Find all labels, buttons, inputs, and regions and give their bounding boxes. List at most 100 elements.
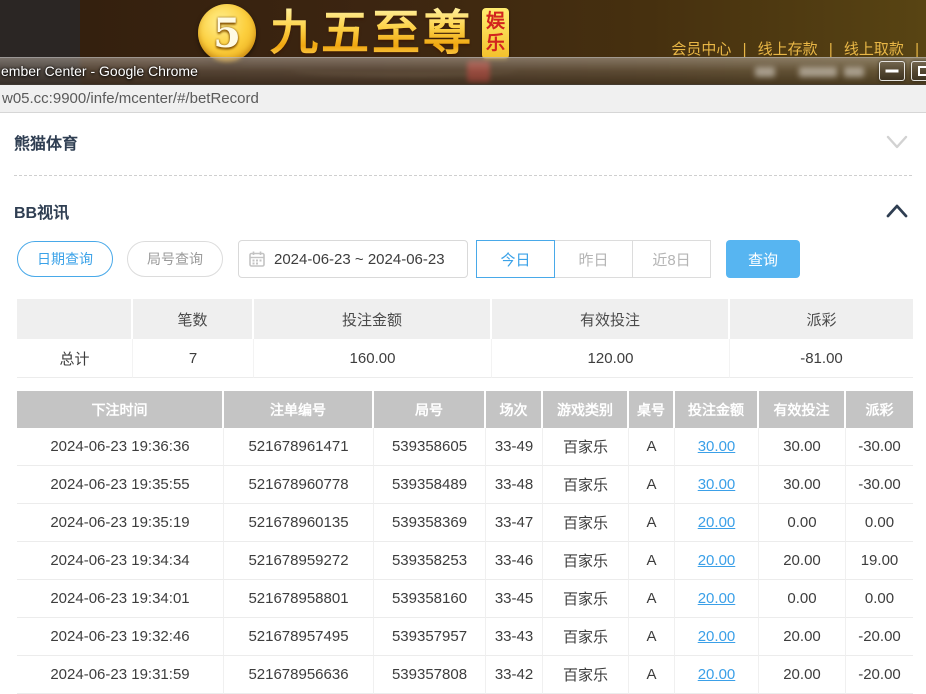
bet-amount-link[interactable]: 20.00 xyxy=(698,514,736,531)
logo-entertainment-badge: 娱 乐 xyxy=(482,8,509,59)
header-bet-id: 注单编号 xyxy=(224,391,374,428)
badge-char: 娱 xyxy=(486,11,505,33)
time-cell: 2024-06-23 19:36:36 xyxy=(17,428,224,466)
bet-amount-cell: 20.00 xyxy=(675,504,759,542)
nav-separator: | xyxy=(915,41,919,58)
bet-amount-link[interactable]: 30.00 xyxy=(698,476,736,493)
round-query-tab[interactable]: 局号查询 xyxy=(127,241,223,277)
bet-id-cell: 521678961471 xyxy=(224,428,374,466)
blurred-text-decoration xyxy=(755,67,775,77)
header-valid-bet: 有效投注 xyxy=(759,391,846,428)
payout-cell: -20.00 xyxy=(846,656,913,694)
bet-id-cell: 521678960778 xyxy=(224,466,374,504)
chevron-down-icon xyxy=(886,135,908,149)
time-cell: 2024-06-23 19:34:34 xyxy=(17,542,224,580)
game-cell: 百家乐 xyxy=(543,580,629,618)
table-no-cell: A xyxy=(629,618,675,656)
today-button[interactable]: 今日 xyxy=(476,240,555,278)
total-valid-bet-cell: 120.00 xyxy=(492,339,730,378)
bet-header-row: 下注时间 注单编号 局号 场次 游戏类别 桌号 投注金额 有效投注 派彩 xyxy=(17,391,913,428)
total-payout-cell: -81.00 xyxy=(730,339,913,378)
session-cell: 33-45 xyxy=(486,580,543,618)
maximize-button[interactable] xyxy=(911,61,926,81)
summary-header-valid-bet: 有效投注 xyxy=(492,299,730,339)
nav-online-deposit-link[interactable]: 线上存款 xyxy=(758,41,818,58)
session-cell: 33-46 xyxy=(486,542,543,580)
payout-cell: 19.00 xyxy=(846,542,913,580)
total-label-cell: 总计 xyxy=(17,339,133,378)
bet-row: 2024-06-23 19:35:19 521678960135 5393583… xyxy=(17,504,913,542)
bet-amount-cell: 20.00 xyxy=(675,580,759,618)
logo-number: 5 xyxy=(213,10,241,57)
game-cell: 百家乐 xyxy=(543,618,629,656)
logo-5-icon: 5 xyxy=(198,4,256,62)
bet-id-cell: 521678958801 xyxy=(224,580,374,618)
bet-amount-cell: 30.00 xyxy=(675,428,759,466)
banner-nav: 会员中心 | 线上存款 | 线上取款 | xyxy=(671,38,926,59)
session-cell: 33-48 xyxy=(486,466,543,504)
yesterday-button[interactable]: 昨日 xyxy=(554,240,633,278)
table-no-cell: A xyxy=(629,428,675,466)
table-no-cell: A xyxy=(629,466,675,504)
blurred-text-decoration xyxy=(844,67,864,77)
section-bb-video[interactable]: BB视讯 xyxy=(0,194,926,228)
header-round: 局号 xyxy=(374,391,486,428)
bet-records-table: 下注时间 注单编号 局号 场次 游戏类别 桌号 投注金额 有效投注 派彩 202… xyxy=(17,391,913,694)
bet-amount-link[interactable]: 20.00 xyxy=(698,628,736,645)
date-range-input[interactable]: 2024-06-23 ~ 2024-06-23 xyxy=(238,240,468,278)
table-no-cell: A xyxy=(629,542,675,580)
search-button[interactable]: 查询 xyxy=(726,240,800,278)
nav-separator: | xyxy=(743,41,747,58)
date-query-tab[interactable]: 日期查询 xyxy=(17,241,113,277)
bet-amount-link[interactable]: 20.00 xyxy=(698,666,736,683)
bet-amount-link[interactable]: 20.00 xyxy=(698,552,736,569)
round-cell: 539358369 xyxy=(374,504,486,542)
bet-amount-link[interactable]: 20.00 xyxy=(698,590,736,607)
section-panda-sports[interactable]: 熊猫体育 xyxy=(0,125,926,159)
summary-total-row: 总计 7 160.00 120.00 -81.00 xyxy=(17,339,913,378)
table-no-cell: A xyxy=(629,580,675,618)
summary-header-payout: 派彩 xyxy=(730,299,913,339)
chevron-up-icon xyxy=(886,204,908,218)
valid-bet-cell: 0.00 xyxy=(759,580,846,618)
minimize-button[interactable] xyxy=(879,61,905,81)
bet-id-cell: 521678956636 xyxy=(224,656,374,694)
section-title: 熊猫体育 xyxy=(14,130,78,154)
bet-row: 2024-06-23 19:34:34 521678959272 5393582… xyxy=(17,542,913,580)
bet-row: 2024-06-23 19:31:59 521678956636 5393578… xyxy=(17,656,913,694)
round-cell: 539357808 xyxy=(374,656,486,694)
session-cell: 33-49 xyxy=(486,428,543,466)
screen: 5 九五至尊 娱 乐 会员中心 | 线上存款 | 线上取款 | ember Ce… xyxy=(0,0,926,694)
badge-char: 乐 xyxy=(486,33,505,55)
valid-bet-cell: 20.00 xyxy=(759,618,846,656)
header-bet-time: 下注时间 xyxy=(17,391,224,428)
header-session: 场次 xyxy=(486,391,543,428)
section-divider xyxy=(14,175,912,176)
round-cell: 539358253 xyxy=(374,542,486,580)
browser-titlebar: ember Center - Google Chrome xyxy=(0,57,926,85)
quick-date-group: 今日 昨日 近8日 xyxy=(476,240,711,278)
summary-header-blank xyxy=(17,299,133,339)
table-no-cell: A xyxy=(629,656,675,694)
time-cell: 2024-06-23 19:32:46 xyxy=(17,618,224,656)
last-8-days-button[interactable]: 近8日 xyxy=(632,240,711,278)
header-bet-amount: 投注金额 xyxy=(675,391,759,428)
payout-cell: 0.00 xyxy=(846,504,913,542)
time-cell: 2024-06-23 19:34:01 xyxy=(17,580,224,618)
valid-bet-cell: 30.00 xyxy=(759,428,846,466)
page-content: 熊猫体育 BB视讯 日期查询 局号查询 xyxy=(0,113,926,694)
time-cell: 2024-06-23 19:31:59 xyxy=(17,656,224,694)
bet-id-cell: 521678959272 xyxy=(224,542,374,580)
url-text: w05.cc:9900/infe/mcenter/#/betRecord xyxy=(2,90,259,107)
game-cell: 百家乐 xyxy=(543,466,629,504)
summary-header-row: 笔数 投注金额 有效投注 派彩 xyxy=(17,299,913,339)
browser-url-bar[interactable]: w05.cc:9900/infe/mcenter/#/betRecord xyxy=(0,85,926,113)
nav-online-withdraw-link[interactable]: 线上取款 xyxy=(844,41,904,58)
header-game-type: 游戏类别 xyxy=(543,391,629,428)
bet-amount-link[interactable]: 30.00 xyxy=(698,438,736,455)
bet-id-cell: 521678957495 xyxy=(224,618,374,656)
time-cell: 2024-06-23 19:35:19 xyxy=(17,504,224,542)
payout-cell: -20.00 xyxy=(846,618,913,656)
bet-amount-cell: 20.00 xyxy=(675,618,759,656)
nav-member-center-link[interactable]: 会员中心 xyxy=(671,41,731,58)
